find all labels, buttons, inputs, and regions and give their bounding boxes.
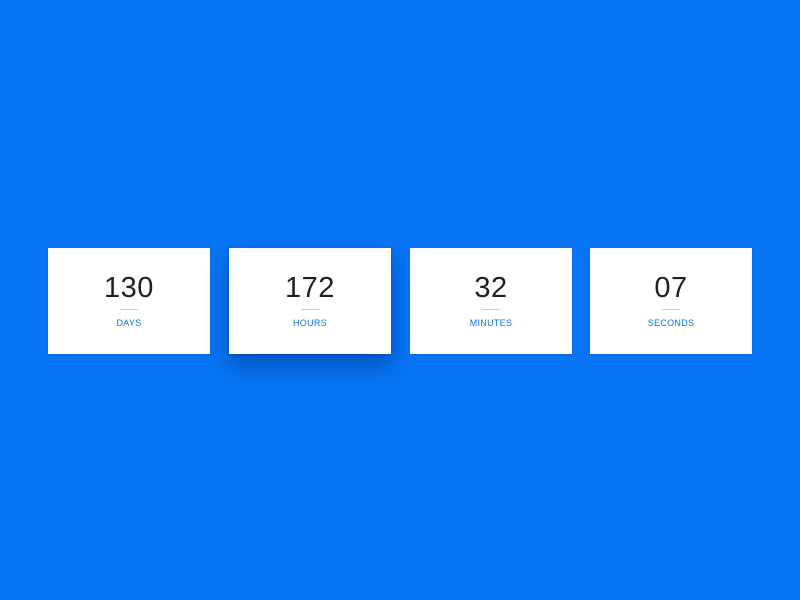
hours-label: HOURS (292, 318, 327, 328)
days-divider (120, 309, 138, 310)
hours-value: 172 (285, 272, 335, 304)
hours-divider (301, 309, 319, 310)
days-label: DAYS (116, 318, 142, 328)
countdown-card-days: 130 DAYS (48, 248, 210, 354)
countdown-card-minutes: 32 MINUTES (410, 248, 572, 354)
countdown-card-hours: 172 HOURS (229, 248, 391, 354)
countdown-card-seconds: 07 SECONDS (590, 248, 752, 354)
minutes-divider (482, 309, 500, 310)
seconds-value: 07 (654, 272, 688, 304)
minutes-label: MINUTES (469, 318, 513, 328)
minutes-value: 32 (474, 272, 508, 304)
seconds-divider (662, 309, 680, 310)
seconds-label: SECONDS (647, 318, 695, 328)
countdown-timer: 130 DAYS 172 HOURS 32 MINUTES 07 SECONDS (0, 0, 800, 600)
days-value: 130 (104, 272, 154, 304)
